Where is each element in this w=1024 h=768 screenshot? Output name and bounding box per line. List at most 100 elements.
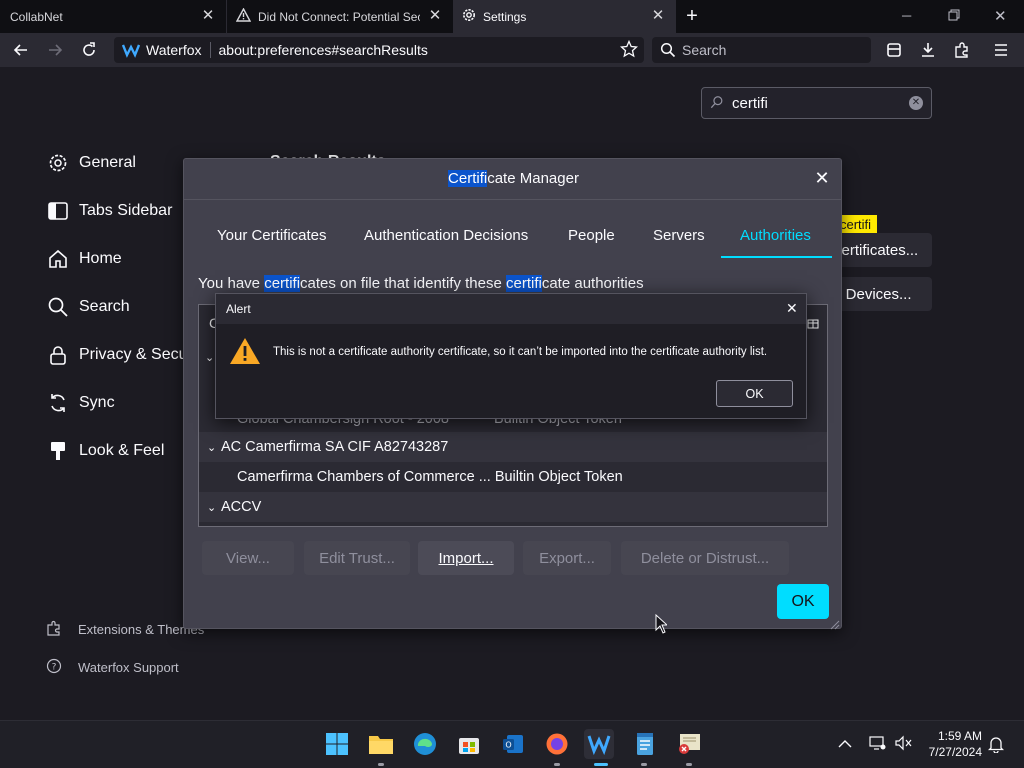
bookmark-star-icon[interactable] xyxy=(619,39,639,61)
desc-text: cates on file that identify these xyxy=(300,275,506,292)
clear-search-icon[interactable]: ✕ xyxy=(909,96,923,110)
downloads-icon[interactable] xyxy=(917,39,939,61)
support-label: Waterfox Support xyxy=(78,660,179,675)
clock-date[interactable]: 7/27/2024 xyxy=(918,745,982,759)
mouse-cursor-icon xyxy=(655,613,669,639)
alert-ok-button[interactable]: OK xyxy=(716,380,793,407)
close-window-button[interactable]: ✕ xyxy=(994,7,1008,25)
sidebar-item-home[interactable]: Home xyxy=(46,244,122,274)
tab-label: Settings xyxy=(483,9,527,24)
chevron-down-icon[interactable]: ⌄ xyxy=(207,501,221,514)
microsoft-store-icon[interactable] xyxy=(454,729,484,759)
close-icon[interactable]: ✕ xyxy=(650,8,666,24)
alert-title: Alert xyxy=(226,302,251,316)
ok-button[interactable]: OK xyxy=(777,584,829,619)
chevron-down-icon[interactable]: ⌄ xyxy=(205,351,214,364)
minimize-button[interactable]: ─ xyxy=(902,8,916,23)
back-button[interactable] xyxy=(10,39,32,61)
url-text[interactable]: about:preferences#searchResults xyxy=(219,42,428,58)
notepad-icon[interactable] xyxy=(630,729,660,759)
table-row[interactable]: Camerfirma Chambers of Commerce ... Buil… xyxy=(199,462,827,492)
clock-time[interactable]: 1:59 AM xyxy=(924,729,982,743)
url-divider xyxy=(209,42,211,58)
view-button[interactable]: View... xyxy=(202,541,294,575)
warning-icon xyxy=(229,336,261,371)
sidebar-item-tabs-sidebar[interactable]: Tabs Sidebar xyxy=(46,196,172,226)
new-tab-button[interactable]: + xyxy=(682,6,702,26)
tab-strip: CollabNet ✕ Did Not Connect: Potential S… xyxy=(0,0,1024,33)
reload-button[interactable] xyxy=(78,39,100,61)
sidebar-item-label: Search xyxy=(79,298,130,315)
extensions-themes-link[interactable]: Extensions & Themes xyxy=(46,620,204,639)
network-icon[interactable] xyxy=(868,735,886,756)
file-explorer-icon[interactable] xyxy=(366,729,396,759)
chevron-up-icon[interactable] xyxy=(838,736,852,754)
dialog-title: Certificate Manager xyxy=(184,159,843,199)
restore-button[interactable] xyxy=(948,8,962,22)
title-rest: cate Manager xyxy=(487,170,579,187)
close-icon[interactable]: ✕ xyxy=(813,169,831,187)
firefox-icon[interactable] xyxy=(542,729,572,759)
close-icon[interactable]: ✕ xyxy=(427,8,443,24)
desc-text: cate authorities xyxy=(541,275,644,292)
library-icon[interactable] xyxy=(883,39,905,61)
tab-label: Did Not Connect: Potential Sec xyxy=(258,9,420,24)
tab-collabnet[interactable]: CollabNet ✕ xyxy=(0,0,226,33)
waterfox-taskbar-icon[interactable] xyxy=(584,729,614,759)
svg-text:?: ? xyxy=(52,663,57,673)
table-row-group[interactable]: ⌄ ACCV xyxy=(199,492,827,522)
tab-people[interactable]: People xyxy=(568,227,615,244)
preferences-search-input[interactable]: certifi ✕ xyxy=(701,87,932,119)
search-placeholder: Search xyxy=(682,42,727,58)
hamburger-menu-icon[interactable] xyxy=(990,39,1012,61)
title-divider xyxy=(184,199,841,200)
sidebar-item-privacy[interactable]: Privacy & Secu xyxy=(46,340,187,370)
close-icon[interactable]: ✕ xyxy=(200,8,216,24)
tab-did-not-connect[interactable]: Did Not Connect: Potential Sec ✕ xyxy=(226,0,453,33)
gear-icon xyxy=(46,151,70,175)
waterfox-logo-icon xyxy=(121,41,141,59)
sidebar-item-search[interactable]: Search xyxy=(46,292,130,322)
edit-trust-button[interactable]: Edit Trust... xyxy=(304,541,410,575)
resize-grip-icon[interactable] xyxy=(830,617,840,635)
support-link[interactable]: ? Waterfox Support xyxy=(46,658,179,677)
navigation-toolbar: Waterfox about:preferences#searchResults… xyxy=(0,33,1024,67)
sidebar-item-look-and-feel[interactable]: Look & Feel xyxy=(46,436,164,466)
import-button[interactable]: Import... xyxy=(418,541,514,575)
table-row-group[interactable]: ⌄ AC Camerfirma SA CIF A82743287 xyxy=(199,432,827,462)
search-icon xyxy=(710,95,726,111)
chevron-down-icon[interactable]: ⌄ xyxy=(207,441,221,454)
column-picker-icon[interactable] xyxy=(807,317,819,335)
close-icon[interactable]: ✕ xyxy=(786,300,798,317)
edge-browser-icon[interactable] xyxy=(410,729,440,759)
extensions-icon[interactable] xyxy=(951,39,973,61)
delete-or-distrust-button[interactable]: Delete or Distrust... xyxy=(621,541,789,575)
tab-your-certificates[interactable]: Your Certificates xyxy=(217,227,327,244)
sidebar-item-label: Privacy & Secu xyxy=(79,346,188,363)
puzzle-icon xyxy=(46,620,64,639)
tab-settings[interactable]: Settings ✕ xyxy=(453,0,676,33)
tab-authorities[interactable]: Authorities xyxy=(740,227,811,244)
outlook-icon[interactable]: O xyxy=(498,729,528,759)
windows-start-icon[interactable] xyxy=(322,729,352,759)
sync-icon xyxy=(46,391,70,415)
sidebar-item-sync[interactable]: Sync xyxy=(46,388,115,418)
volume-muted-icon[interactable] xyxy=(894,735,912,756)
brush-icon xyxy=(46,439,70,463)
tab-servers[interactable]: Servers xyxy=(653,227,705,244)
sidebar-item-general[interactable]: General xyxy=(46,148,136,178)
notification-bell-icon[interactable] xyxy=(987,735,1005,758)
url-bar[interactable]: Waterfox about:preferences#searchResults xyxy=(114,37,644,63)
export-button[interactable]: Export... xyxy=(523,541,611,575)
security-devices-label: y Devices... xyxy=(834,285,912,303)
certificate-manager-app-icon[interactable] xyxy=(674,729,704,759)
sidebar-item-label: Sync xyxy=(79,394,115,411)
button-label: View... xyxy=(226,549,270,567)
search-icon xyxy=(660,42,676,58)
active-indicator xyxy=(594,763,608,766)
web-search-bar[interactable]: Search xyxy=(652,37,871,63)
tab-authentication-decisions[interactable]: Authentication Decisions xyxy=(364,227,528,244)
sidebar-item-label: Tabs Sidebar xyxy=(79,202,173,219)
forward-button[interactable] xyxy=(44,39,66,61)
browser-identity-label: Waterfox xyxy=(146,42,202,58)
